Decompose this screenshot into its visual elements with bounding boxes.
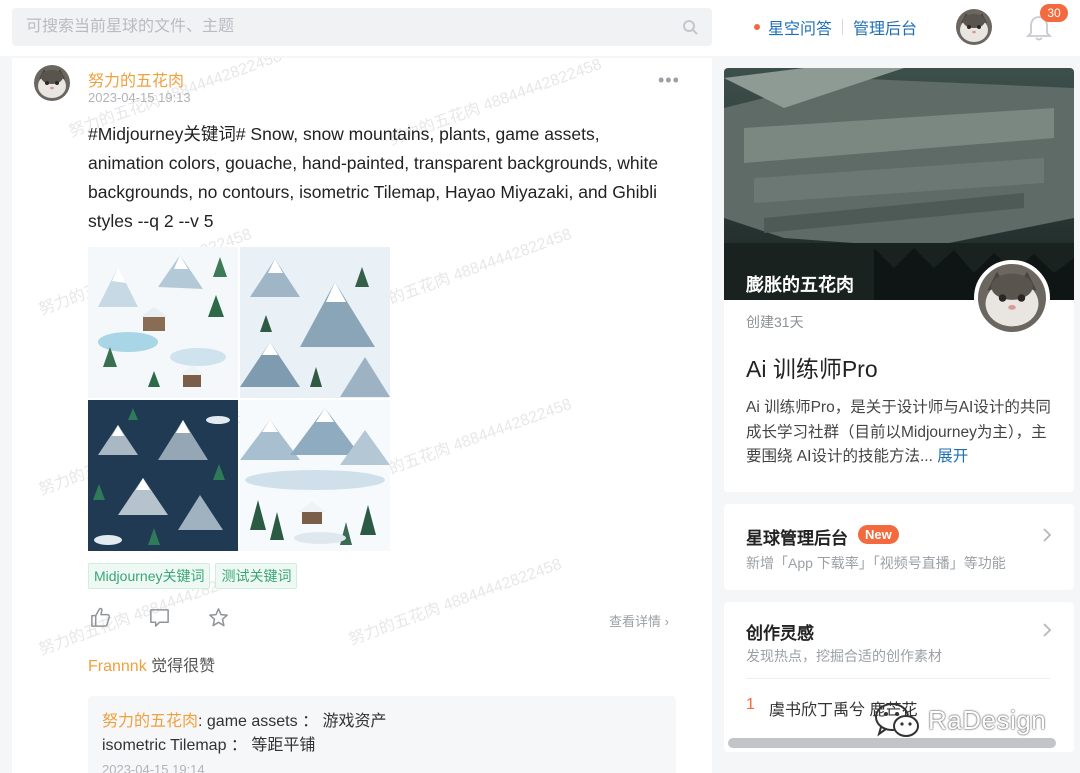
group-description: Ai 训练师Pro，是关于设计师与AI设计的共同成长学习社群（目前以Midjou… — [746, 396, 1056, 470]
group-card: 膨胀的五花肉 创建31天 Ai 训练师Pro Ai 训练师Pro，是关于设计师与… — [724, 68, 1074, 492]
group-description-text: Ai 训练师Pro，是关于设计师与AI设计的共同成长学习社群（目前以Midjou… — [746, 399, 1051, 465]
group-created: 创建31天 — [746, 314, 804, 330]
topic-tag[interactable]: Midjourney关键词 — [88, 563, 211, 589]
like-summary: Frannnk 觉得很赞 — [88, 652, 215, 676]
comment-text: isometric Tilemap ： 等距平铺 — [102, 737, 316, 754]
topic-tag[interactable]: 测试关键词 — [215, 563, 298, 589]
comment-text: : game assets ： 游戏资产 — [198, 713, 387, 730]
post-image[interactable] — [240, 247, 390, 398]
author-avatar[interactable] — [34, 65, 70, 101]
like-icon[interactable] — [89, 606, 112, 629]
group-title: Ai 训练师Pro — [746, 356, 878, 382]
post-tags: Midjourney关键词 测试关键词 — [88, 563, 298, 589]
like-user[interactable]: Frannnk — [88, 658, 147, 675]
post-image[interactable] — [88, 400, 238, 551]
chevron-right-icon[interactable] — [1042, 622, 1052, 638]
inspiration-subtitle: 发现热点，挖掘合适的创作素材 — [746, 648, 942, 664]
rank-number: 1 — [746, 696, 755, 713]
post-time: 2023-04-15 19:13 — [88, 90, 191, 105]
search-input[interactable] — [26, 18, 682, 36]
notification-badge: 30 — [1040, 4, 1068, 22]
view-detail-link[interactable]: 查看详情 › — [609, 611, 669, 630]
comment-time: 2023-04-15 19:14 — [102, 762, 205, 773]
post-feed: 努力的五花肉 48844442822458 努力的五花肉 48844442822… — [12, 58, 712, 773]
top-nav: 星空问答 管理后台 — [754, 16, 917, 38]
admin-panel-card[interactable]: 星球管理后台 New 新增「App 下载率」「视频号直播」等功能 — [724, 504, 1074, 590]
post-actions — [89, 606, 230, 629]
star-icon[interactable] — [207, 606, 230, 629]
comment: 努力的五花肉: game assets ： 游戏资产 isometric Til… — [88, 696, 676, 773]
watermark: 努力的五花肉 48844442822458 — [346, 555, 565, 649]
post-image-grid — [88, 247, 390, 551]
group-avatar[interactable] — [974, 260, 1050, 336]
admin-link[interactable]: 管理后台 — [853, 15, 917, 39]
detail-label: 查看详情 — [609, 614, 662, 629]
group-owner-name[interactable]: 膨胀的五花肉 — [746, 271, 854, 297]
post-body: #Midjourney关键词# Snow, snow mountains, pl… — [88, 124, 659, 231]
admin-card-subtitle: 新增「App 下载率」「视频号直播」等功能 — [746, 555, 1006, 571]
user-avatar[interactable] — [956, 9, 992, 45]
post-image[interactable] — [88, 247, 238, 398]
like-text: 觉得很赞 — [146, 658, 216, 675]
divider — [842, 19, 844, 35]
search-box[interactable] — [12, 8, 712, 46]
search-icon[interactable] — [682, 19, 698, 35]
more-options-icon[interactable]: ••• — [658, 70, 680, 91]
qa-link[interactable]: 星空问答 — [768, 15, 832, 39]
post-image[interactable] — [240, 400, 390, 551]
comment-icon[interactable] — [148, 606, 171, 629]
notice-dot — [754, 24, 760, 30]
expand-link[interactable]: 展开 — [937, 448, 968, 465]
inspiration-title[interactable]: 创作灵感 — [746, 619, 814, 644]
brand-text: RaDesign — [928, 704, 1047, 735]
admin-card-title: 星球管理后台 — [746, 529, 848, 548]
chevron-right-icon[interactable] — [1042, 527, 1052, 543]
brand-watermark: RaDesign — [872, 700, 1046, 740]
divider — [746, 678, 1050, 679]
post-author[interactable]: 努力的五花肉 — [88, 67, 184, 91]
new-badge: New — [858, 525, 899, 544]
comment-author[interactable]: 努力的五花肉 — [102, 713, 198, 730]
wechat-icon — [875, 703, 919, 737]
top-bar: 星空问答 管理后台 30 — [0, 0, 1080, 56]
